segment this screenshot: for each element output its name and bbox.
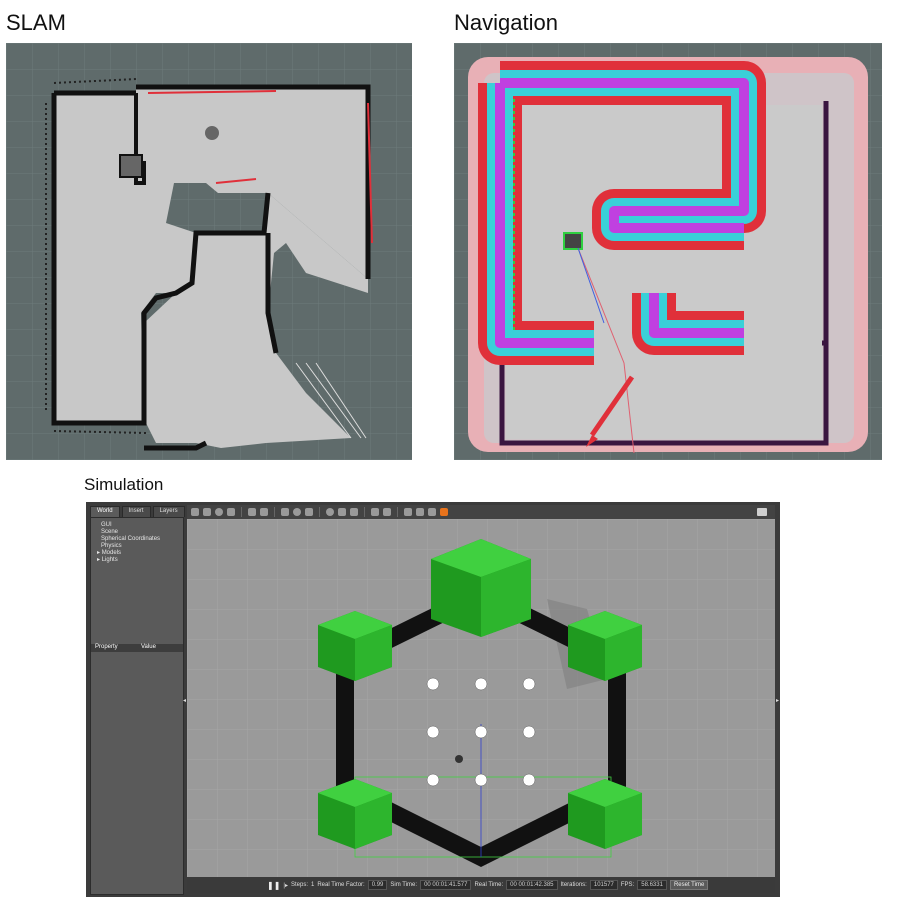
- toolbar-divider: [319, 507, 320, 517]
- tree-item-lights[interactable]: ▸ Lights: [97, 557, 160, 564]
- snap-icon[interactable]: [416, 508, 424, 516]
- navigation-map-view: [454, 43, 882, 460]
- real-time-value: 00 00:01:42.385: [506, 880, 558, 890]
- real-time-label: Real Time:: [474, 882, 504, 888]
- property-column-header: Property: [95, 644, 118, 650]
- steps-value[interactable]: 1: [311, 882, 314, 888]
- simulation-caption: Simulation: [84, 475, 164, 494]
- property-table-header: Property Value: [91, 644, 183, 652]
- sphere-icon[interactable]: [293, 508, 301, 516]
- tree-item-gui[interactable]: GUI: [97, 522, 160, 529]
- tree-item-models-label: Models: [101, 550, 122, 556]
- toolbar-divider: [241, 507, 242, 517]
- select-arrow-icon[interactable]: [191, 508, 199, 516]
- collapse-right-panel-icon[interactable]: ▸: [776, 697, 779, 704]
- pause-icon[interactable]: ❚❚: [267, 881, 280, 890]
- scene-render: [187, 519, 775, 877]
- tree-item-spherical-coordinates[interactable]: Spherical Coordinates: [97, 536, 160, 543]
- tree-item-models[interactable]: ▸ Models: [97, 550, 160, 557]
- iterations-label: Iterations:: [560, 882, 587, 888]
- world-panel: GUI Scene Spherical Coordinates Physics …: [90, 517, 184, 895]
- step-icon[interactable]: |▸: [283, 882, 288, 889]
- toolbar-divider: [397, 507, 398, 517]
- steps-label: Steps:: [290, 882, 308, 888]
- point-light-icon[interactable]: [326, 508, 334, 516]
- toolbar-divider: [364, 507, 365, 517]
- align-icon[interactable]: [404, 508, 412, 516]
- nav-robot-marker: [563, 232, 583, 250]
- green-cube-top: [431, 539, 531, 637]
- cylinder-icon[interactable]: [305, 508, 313, 516]
- left-panel-tabs: World Insert Layers: [90, 506, 185, 517]
- green-cube-lower-left: [318, 779, 392, 849]
- tab-world[interactable]: World: [90, 506, 120, 517]
- screenshot-icon[interactable]: [757, 508, 767, 516]
- redo-icon[interactable]: [260, 508, 268, 516]
- scene-toolbar: [187, 505, 775, 519]
- robot-model: [455, 755, 463, 763]
- directional-light-icon[interactable]: [350, 508, 358, 516]
- tree-item-physics[interactable]: Physics: [97, 543, 160, 550]
- gazebo-window: World Insert Layers GUI Scene Spherical …: [86, 502, 780, 897]
- tree-item-lights-label: Lights: [101, 557, 118, 563]
- real-time-factor-value: 0.99: [367, 880, 388, 890]
- navigation-caption: Navigation: [454, 10, 558, 35]
- iterations-value: 101577: [589, 880, 618, 890]
- status-bar: ❚❚ |▸ Steps: 1 Real Time Factor: 0.99 Si…: [187, 877, 775, 893]
- change-view-icon[interactable]: [428, 508, 436, 516]
- spot-light-icon[interactable]: [338, 508, 346, 516]
- slam-map-graphic: [6, 43, 412, 460]
- collapse-left-panel-icon[interactable]: ◂: [183, 697, 186, 704]
- scale-icon[interactable]: [227, 508, 235, 516]
- value-column-header: Value: [141, 644, 156, 650]
- fps-value: 58.6331: [637, 880, 667, 890]
- green-cube-lower-right: [568, 779, 642, 849]
- green-cube-upper-left: [318, 611, 392, 681]
- tab-layers[interactable]: Layers: [152, 506, 185, 517]
- undo-icon[interactable]: [248, 508, 256, 516]
- translate-icon[interactable]: [203, 508, 211, 516]
- world-tree: GUI Scene Spherical Coordinates Physics …: [97, 522, 160, 564]
- navigation-map-graphic: [454, 43, 882, 460]
- 3d-viewport[interactable]: [187, 519, 775, 877]
- fps-label: FPS:: [620, 882, 635, 888]
- record-icon[interactable]: [440, 508, 448, 516]
- sim-time-label: Sim Time:: [390, 882, 418, 888]
- slam-map-view: [6, 43, 412, 460]
- tab-insert[interactable]: Insert: [121, 506, 151, 517]
- toolbar-divider: [274, 507, 275, 517]
- slam-caption: SLAM: [6, 10, 66, 35]
- tree-item-scene[interactable]: Scene: [97, 529, 160, 536]
- box-icon[interactable]: [281, 508, 289, 516]
- copy-icon[interactable]: [371, 508, 379, 516]
- rotate-icon[interactable]: [215, 508, 223, 516]
- real-time-factor-label: Real Time Factor:: [317, 882, 365, 888]
- reset-time-button[interactable]: Reset Time: [669, 880, 709, 890]
- green-cube-upper-right: [568, 611, 642, 681]
- sim-time-value: 00 00:01:41.577: [420, 880, 472, 890]
- paste-icon[interactable]: [383, 508, 391, 516]
